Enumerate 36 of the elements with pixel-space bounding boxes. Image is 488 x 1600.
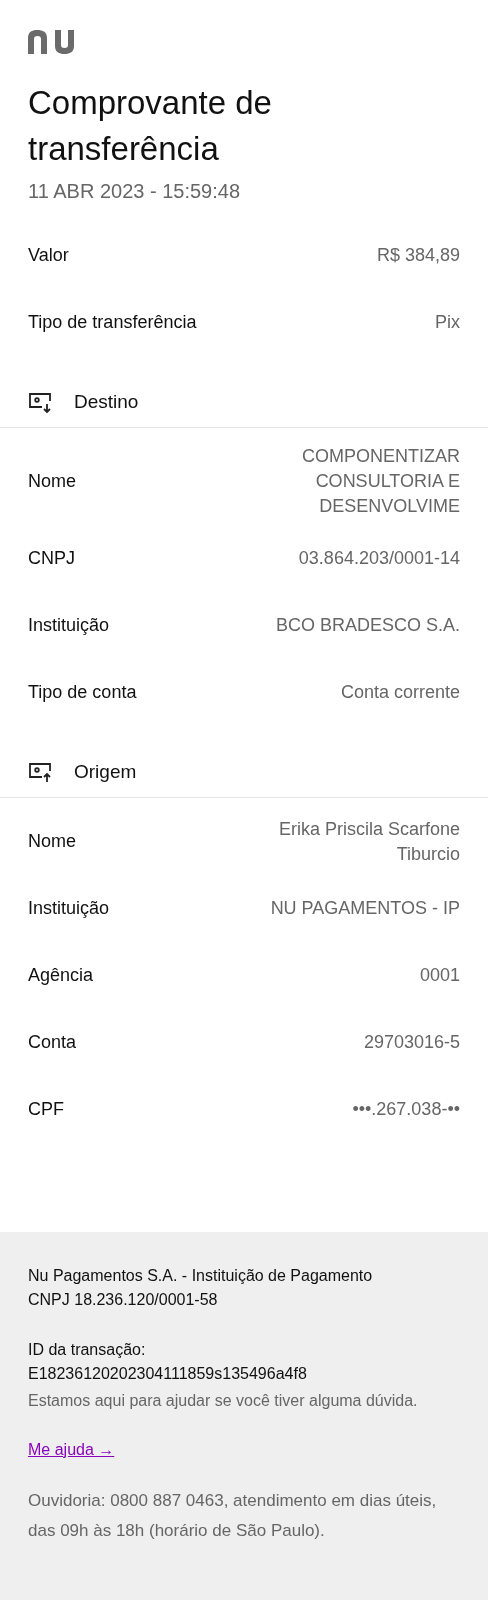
section-title: Destino xyxy=(74,390,139,415)
field-label: Instituição xyxy=(28,614,110,637)
field-value: Pix xyxy=(435,311,460,334)
field-value: Conta corrente xyxy=(340,681,460,704)
field-label: Nome xyxy=(28,470,76,493)
field-label: Agência xyxy=(28,964,94,987)
field-value: R$ 384,89 xyxy=(376,244,460,267)
field-value: COMPONENTIZAR CONSULTORIA E DESENVOLVIME xyxy=(301,445,460,518)
field-value: 0001 xyxy=(419,964,460,987)
screen-arrow-up-icon xyxy=(28,761,54,784)
field-value: •••.267.038-•• xyxy=(352,1098,460,1121)
field-label: CNPJ xyxy=(28,547,75,570)
screen-arrow-down-icon xyxy=(28,391,54,414)
transaction-id: E18236120202304111859s135496a4f8 xyxy=(28,1364,308,1384)
company-info: CNPJ 18.236.120/0001-58 xyxy=(28,1290,219,1310)
transaction-id: ID da transação: xyxy=(28,1340,147,1360)
help-link[interactable]: Me ajuda → xyxy=(28,1438,115,1462)
field-value: 03.864.203/0001-14 xyxy=(298,547,460,570)
section-title: Origem xyxy=(74,760,137,785)
field-label: Valor xyxy=(28,244,69,267)
field-label: Nome xyxy=(28,830,76,853)
field-value: 29703016-5 xyxy=(363,1031,460,1054)
field-label: Instituição xyxy=(28,897,110,920)
field-label: CPF xyxy=(28,1098,64,1121)
company-info: Nu Pagamentos S.A. - Instituição de Pagamento xyxy=(28,1266,374,1286)
field-value: Erika Priscila Scarfone Tiburcio xyxy=(277,817,460,866)
field-value: NU PAGAMENTOS - IP xyxy=(270,897,460,920)
nu-logo xyxy=(28,30,76,54)
ombudsman-text: Ouvidoria: 0800 887 0463, atendimento em dias úteis, das 09h às 18h (horário de São Paulo). xyxy=(28,1490,438,1542)
field-label: Tipo de transferência xyxy=(28,311,197,334)
field-value: BCO BRADESCO S.A. xyxy=(275,614,460,637)
help-text: Estamos aqui para ajudar se você tiver alguma dúvida. xyxy=(28,1391,419,1411)
date-time: 11 ABR 2023 - 15:59:48 xyxy=(28,179,241,204)
field-label: Tipo de conta xyxy=(28,681,137,704)
page-title: Comprovante de transferência xyxy=(28,83,273,169)
field-label: Conta xyxy=(28,1031,77,1054)
